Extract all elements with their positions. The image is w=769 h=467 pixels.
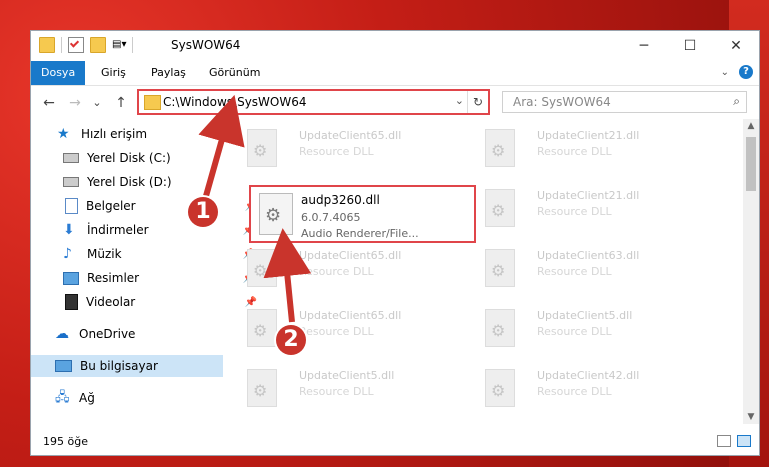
- annotation-badge-2: 2: [276, 325, 306, 355]
- annotation-arrow-1: [198, 94, 245, 197]
- annotation-arrows: [198, 94, 312, 323]
- annotation-badge-1: 1: [188, 197, 218, 227]
- annotation-arrow-2: [263, 228, 312, 323]
